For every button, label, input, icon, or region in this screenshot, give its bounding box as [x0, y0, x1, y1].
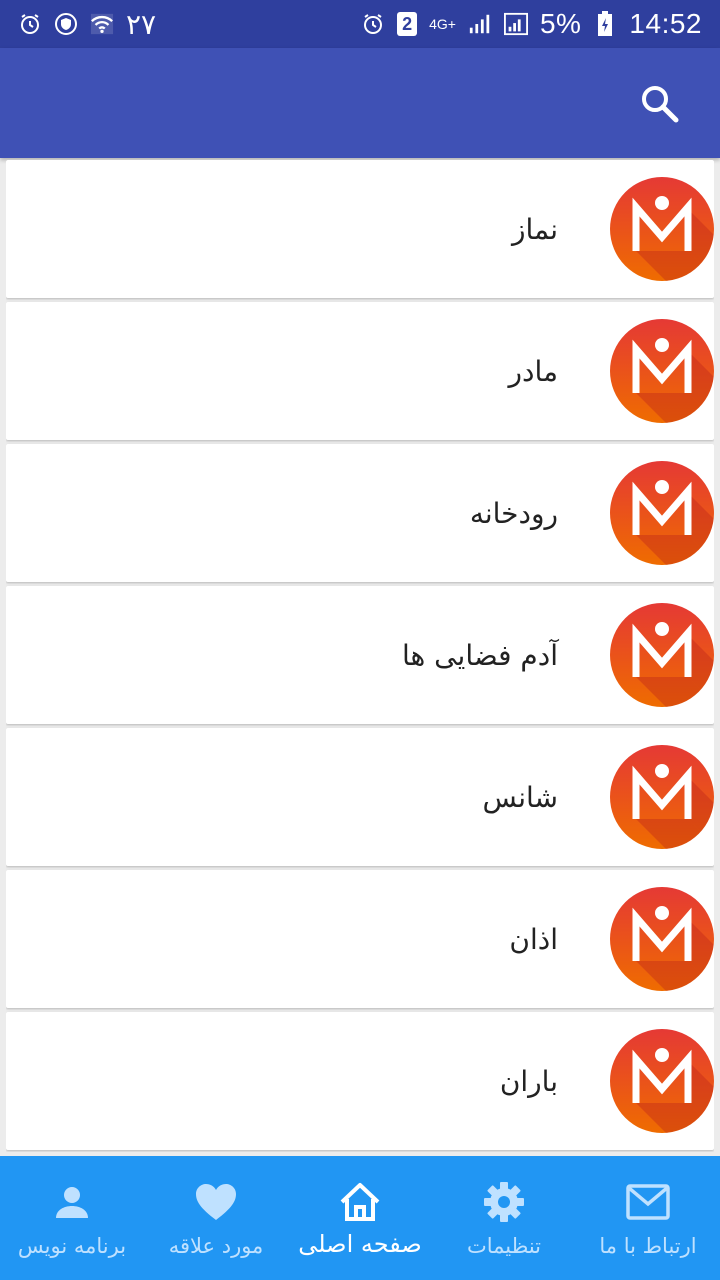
mail-icon — [626, 1180, 670, 1224]
status-bar: ۲۷ 2 4G+ 5% 14:52 — [0, 0, 720, 48]
signal-icon — [468, 12, 492, 36]
list-item-title: نماز — [511, 212, 558, 246]
battery-percent: 5% — [539, 8, 582, 39]
app-logo-icon — [610, 1029, 714, 1133]
nav-item-home[interactable]: صفحه اصلی — [288, 1156, 432, 1280]
sim-badge-icon: 2 — [397, 12, 418, 36]
nav-label-home: صفحه اصلی — [298, 1230, 422, 1258]
list-item[interactable]: باران — [6, 1012, 714, 1150]
person-icon — [50, 1180, 94, 1224]
bottom-navigation: برنامه نویس مورد علاقه صفحه اصلی تنظیمات… — [0, 1156, 720, 1280]
nav-item-developer[interactable]: برنامه نویس — [0, 1156, 144, 1280]
list-item-title: اذان — [509, 922, 558, 956]
search-icon — [642, 86, 679, 123]
app-logo-icon — [610, 603, 714, 707]
nav-label-contact: ارتباط با ما — [599, 1234, 697, 1258]
list-item-title: آدم فضایی ها — [401, 638, 558, 672]
alarm-icon — [18, 12, 42, 36]
nav-label-favorites: مورد علاقه — [168, 1234, 264, 1258]
status-right: 2 4G+ 5% 14:52 — [361, 8, 702, 40]
alarm-icon — [361, 12, 385, 36]
status-number: ۲۷ — [126, 8, 157, 40]
list-item[interactable]: مادر — [6, 302, 714, 440]
battery-icon — [593, 11, 617, 36]
status-time: 14:52 — [629, 8, 702, 39]
sim-badge-number: 2 — [402, 13, 413, 34]
app-logo-icon — [610, 887, 714, 991]
content-list: نماز مادر رودخانه آدم فضایی ها شانس اذان… — [6, 160, 714, 1152]
network-type: 4G+ — [429, 16, 456, 32]
list-item[interactable]: آدم فضایی ها — [6, 586, 714, 724]
nav-label-settings: تنظیمات — [466, 1234, 542, 1258]
list-item[interactable]: رودخانه — [6, 444, 714, 582]
app-logo-icon — [610, 177, 714, 281]
app-logo-icon — [610, 319, 714, 423]
nav-item-settings[interactable]: تنظیمات — [432, 1156, 576, 1280]
status-left: ۲۷ — [18, 8, 156, 41]
home-icon — [338, 1180, 382, 1224]
app-bar — [0, 48, 720, 158]
list-item-title: رودخانه — [469, 496, 558, 530]
signal-icon — [503, 12, 528, 36]
list-item[interactable]: اذان — [6, 870, 714, 1008]
nav-item-favorites[interactable]: مورد علاقه — [144, 1156, 288, 1280]
list-item-title: مادر — [508, 354, 558, 388]
nav-item-contact[interactable]: ارتباط با ما — [576, 1156, 720, 1280]
search-button[interactable] — [638, 82, 682, 126]
shield-icon — [54, 12, 78, 36]
wifi-icon — [90, 12, 114, 36]
gear-icon — [482, 1180, 526, 1224]
list-item[interactable]: نماز — [6, 160, 714, 298]
app-logo-icon — [610, 461, 714, 565]
heart-icon — [194, 1180, 238, 1224]
list-item-title: باران — [499, 1064, 558, 1098]
list-item[interactable]: شانس — [6, 728, 714, 866]
list-item-title: شانس — [482, 780, 558, 814]
app-logo-icon — [610, 745, 714, 849]
nav-label-developer: برنامه نویس — [17, 1234, 127, 1258]
